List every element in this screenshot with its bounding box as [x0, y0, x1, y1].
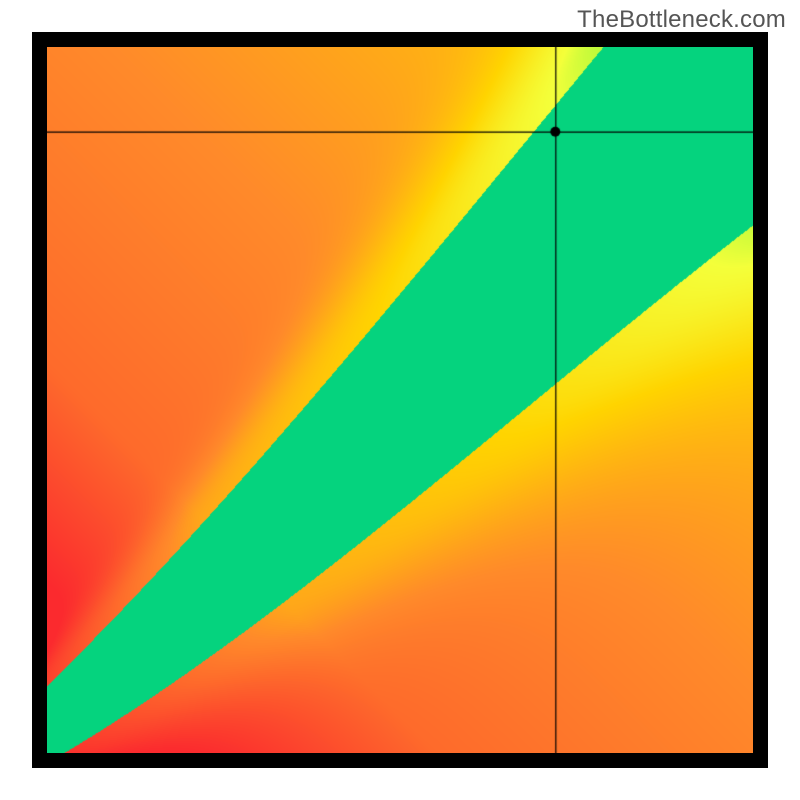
watermark-text: TheBottleneck.com [577, 6, 786, 34]
chart-stage: TheBottleneck.com [0, 0, 800, 800]
bottleneck-heatmap [47, 47, 753, 753]
